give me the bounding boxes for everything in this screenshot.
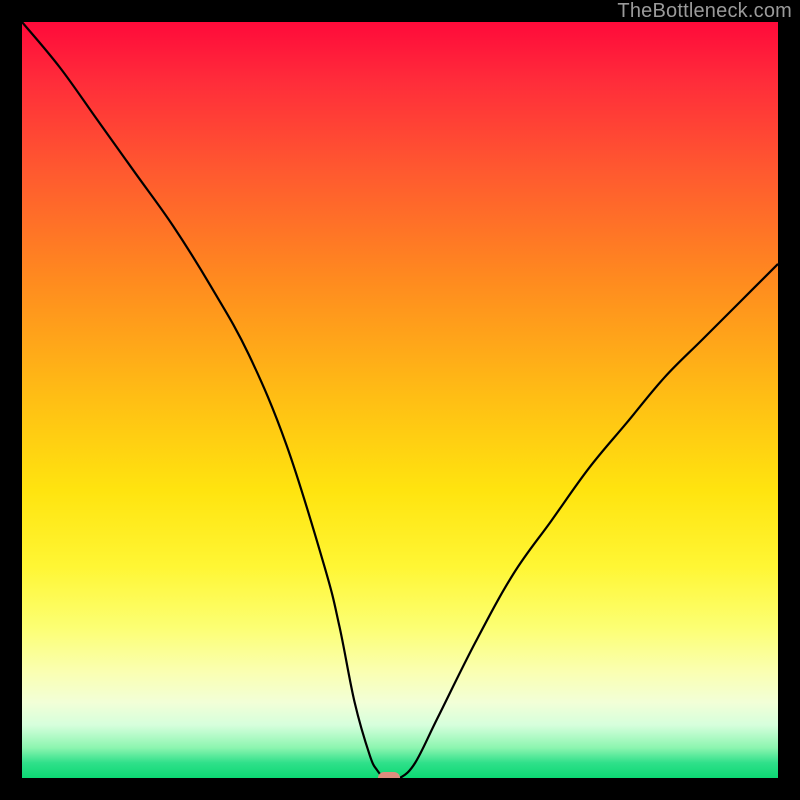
chart-container: TheBottleneck.com (0, 0, 800, 800)
optimal-marker (378, 772, 400, 778)
plot-area (22, 22, 778, 778)
watermark-text: TheBottleneck.com (617, 0, 792, 23)
bottleneck-curve (22, 22, 778, 778)
curve-layer (22, 22, 778, 778)
